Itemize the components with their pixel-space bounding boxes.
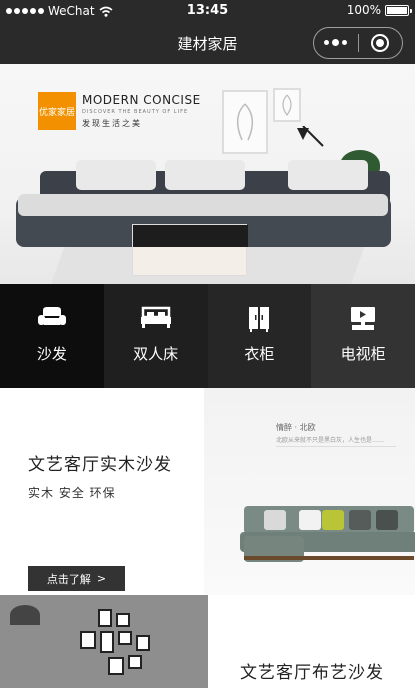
- learn-more-button[interactable]: 点击了解 >: [28, 566, 125, 591]
- category-strip: 沙发 双人床 衣柜 电视柜: [0, 284, 415, 388]
- category-double-bed[interactable]: 双人床: [103, 284, 208, 388]
- photo-wall: [78, 609, 158, 679]
- brand-logo: 优家家居: [38, 92, 76, 130]
- sofa-top: [18, 194, 388, 216]
- category-tv-cabinet[interactable]: 电视柜: [311, 284, 415, 388]
- promo-image[interactable]: 情醉 · 北欧 北欧从来就不只是黑白灰，人生也是……: [204, 388, 415, 595]
- sofa-icon: [37, 307, 66, 325]
- category-wardrobe[interactable]: 衣柜: [207, 284, 312, 388]
- promo-solid-wood-sofa: 文艺客厅实木沙发 实木 安全 环保 点击了解 > 情醉 · 北欧 北欧从来就不只…: [0, 388, 415, 595]
- status-bar: WeChat 13:45 100%: [0, 0, 415, 22]
- pillow: [322, 510, 344, 530]
- wall-art-small: [273, 88, 301, 122]
- hero-banner[interactable]: 优家家居 MODERN CONCISE DISCOVER THE BEAUTY …: [0, 64, 415, 284]
- miniprogram-capsule: [313, 27, 403, 59]
- category-label: 衣柜: [244, 345, 275, 363]
- caption-divider: [276, 446, 396, 447]
- coffee-table: [132, 224, 248, 276]
- image-caption: 情醉 · 北欧: [276, 423, 316, 432]
- banner-slogan: 发现生活之美: [82, 119, 142, 128]
- promo-tags: 实木 安全 环保: [28, 486, 116, 500]
- pillow: [349, 510, 371, 530]
- target-close-icon: [371, 34, 390, 52]
- category-sofa[interactable]: 沙发: [0, 284, 104, 388]
- banner-subline: DISCOVER THE BEAUTY OF LIFE: [82, 109, 189, 115]
- pillow: [376, 510, 398, 530]
- promo-title: 文艺客厅实木沙发: [28, 455, 172, 475]
- banner-headline: MODERN CONCISE: [82, 93, 201, 107]
- promo-text-block: 文艺客厅实木沙发 实木 安全 环保 点击了解 >: [28, 450, 172, 591]
- promo-image[interactable]: [0, 595, 208, 688]
- sofa-legs: [244, 556, 414, 560]
- pillow: [264, 510, 286, 530]
- sofa-cushion: [288, 160, 368, 190]
- sofa-cushion: [76, 160, 156, 190]
- learn-more-label: 点击了解: [46, 572, 91, 586]
- bed-icon: [140, 306, 171, 328]
- image-subcaption: 北欧从来就不只是黑白灰，人生也是……: [276, 437, 385, 444]
- wardrobe-icon: [249, 307, 270, 332]
- battery-percent: 100%: [346, 3, 381, 17]
- close-miniprogram-button[interactable]: [358, 34, 402, 52]
- category-label: 双人床: [133, 345, 179, 363]
- battery-icon: [385, 4, 412, 16]
- chevron-right-icon: >: [96, 572, 107, 585]
- top-bar: WeChat 13:45 100% 建材家居: [0, 0, 415, 64]
- sofa-cushion: [165, 160, 245, 190]
- promo-fabric-sofa: 文艺客厅布艺沙发: [0, 595, 415, 688]
- wall-art-large: [222, 90, 268, 154]
- category-label: 沙发: [36, 345, 67, 363]
- lamp-decor: [10, 605, 40, 625]
- tv-cabinet-icon: [351, 307, 376, 330]
- promo-title: 文艺客厅布艺沙发: [240, 663, 384, 683]
- pillow: [299, 510, 321, 530]
- more-options-button[interactable]: [314, 39, 358, 46]
- category-label: 电视柜: [340, 345, 386, 363]
